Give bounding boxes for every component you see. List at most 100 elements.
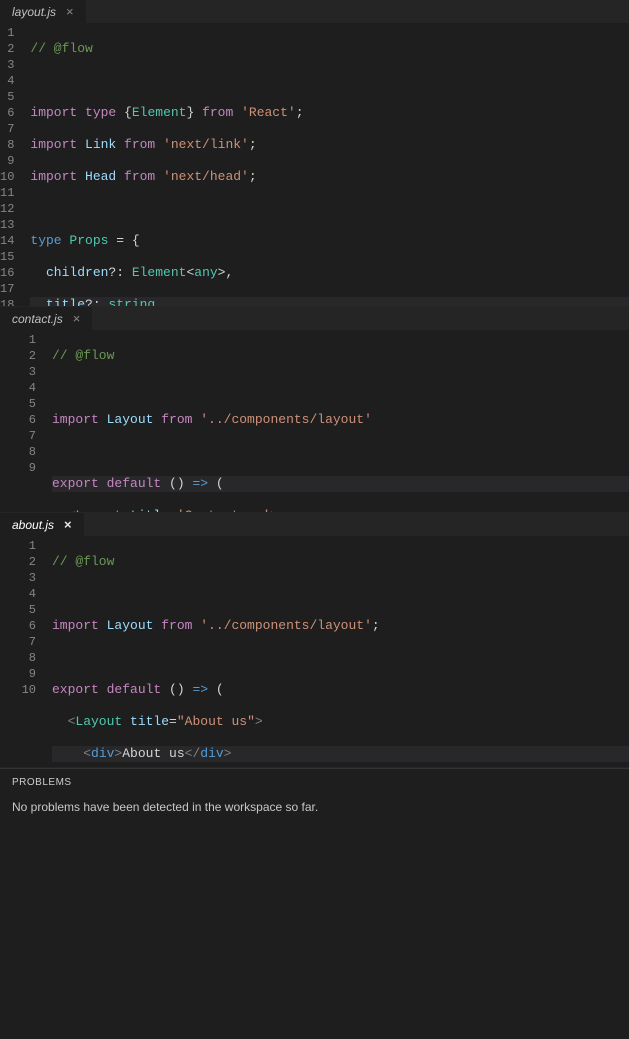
code-token: ?: bbox=[108, 265, 124, 280]
code-token: export bbox=[52, 476, 99, 491]
code-token: < bbox=[52, 746, 91, 761]
code-area[interactable]: // @flow import type {Element} from 'Rea… bbox=[26, 23, 629, 306]
line-number: 7 bbox=[0, 121, 14, 137]
close-icon[interactable]: × bbox=[64, 518, 76, 531]
line-number: 5 bbox=[0, 396, 36, 412]
code-token: // @flow bbox=[52, 348, 114, 363]
line-number: 3 bbox=[0, 57, 14, 73]
editor-pane-layout: layout.js × 1 2 3 4 5 6 7 8 9 10 11 12 1… bbox=[0, 0, 629, 307]
code-token: import bbox=[30, 105, 77, 120]
problems-message: No problems have been detected in the wo… bbox=[0, 792, 629, 822]
code-token: any bbox=[194, 265, 217, 280]
code-token: ( bbox=[208, 682, 224, 697]
code-token: About us bbox=[122, 746, 184, 761]
tab-bar: about.js × bbox=[0, 513, 629, 536]
code-token: import bbox=[30, 137, 77, 152]
code-token: import bbox=[52, 412, 99, 427]
line-number: 2 bbox=[0, 348, 36, 364]
tab-contact-js[interactable]: contact.js × bbox=[0, 307, 92, 330]
code-token: Layout bbox=[75, 508, 122, 512]
code-token: , bbox=[225, 265, 233, 280]
code-token: import bbox=[52, 618, 99, 633]
line-number: 4 bbox=[0, 73, 14, 89]
tab-bar: contact.js × bbox=[0, 307, 629, 330]
line-number: 2 bbox=[0, 41, 14, 57]
line-number: 10 bbox=[0, 169, 14, 185]
code-token: '../components/layout' bbox=[200, 618, 372, 633]
line-number: 6 bbox=[0, 105, 14, 121]
code-token: Link bbox=[77, 137, 124, 152]
code-token: Layout bbox=[75, 714, 122, 729]
code-area[interactable]: // @flow import Layout from '../componen… bbox=[48, 536, 629, 767]
line-number: 9 bbox=[0, 666, 36, 682]
code-token: type bbox=[85, 105, 116, 120]
code-token: > bbox=[270, 508, 278, 512]
code-token: ; bbox=[249, 169, 257, 184]
editor-contact[interactable]: 1 2 3 4 5 6 7 8 9 // @flow import Layout… bbox=[0, 330, 629, 512]
code-token: title bbox=[130, 714, 169, 729]
code-token: 'React' bbox=[241, 105, 296, 120]
code-token: title bbox=[30, 297, 85, 306]
code-token: ; bbox=[372, 618, 380, 633]
line-number: 8 bbox=[0, 137, 14, 153]
code-token: = { bbox=[116, 233, 139, 248]
line-gutter: 1 2 3 4 5 6 7 8 9 bbox=[0, 330, 48, 512]
line-number: 6 bbox=[0, 618, 36, 634]
line-number: 17 bbox=[0, 281, 14, 297]
line-number: 1 bbox=[0, 538, 36, 554]
code-token bbox=[122, 714, 130, 729]
code-token: > bbox=[255, 714, 263, 729]
line-number: 5 bbox=[0, 602, 36, 618]
code-token: 'next/link' bbox=[163, 137, 249, 152]
line-gutter: 1 2 3 4 5 6 7 8 9 10 bbox=[0, 536, 48, 767]
code-token: ; bbox=[249, 137, 257, 152]
code-token: => bbox=[192, 682, 208, 697]
code-token bbox=[122, 508, 130, 512]
code-token: // @flow bbox=[52, 554, 114, 569]
close-icon[interactable]: × bbox=[73, 312, 85, 325]
line-number: 13 bbox=[0, 217, 14, 233]
line-number: 16 bbox=[0, 265, 14, 281]
line-number: 12 bbox=[0, 201, 14, 217]
code-token: = bbox=[169, 714, 177, 729]
editor-layout[interactable]: 1 2 3 4 5 6 7 8 9 10 11 12 13 14 15 16 1… bbox=[0, 23, 629, 306]
code-token: export bbox=[52, 682, 99, 697]
tab-label: about.js bbox=[12, 518, 54, 532]
code-token: < bbox=[52, 508, 75, 512]
code-token: => bbox=[192, 476, 208, 491]
line-number: 7 bbox=[0, 634, 36, 650]
line-number: 2 bbox=[0, 554, 36, 570]
code-token: '../components/layout' bbox=[200, 412, 372, 427]
code-token: </ bbox=[185, 746, 201, 761]
line-number: 4 bbox=[0, 586, 36, 602]
tab-about-js[interactable]: about.js × bbox=[0, 513, 84, 536]
code-token: div bbox=[91, 746, 114, 761]
code-token: children bbox=[30, 265, 108, 280]
problems-title[interactable]: PROBLEMS bbox=[0, 769, 629, 792]
line-number: 11 bbox=[0, 185, 14, 201]
code-area[interactable]: // @flow import Layout from '../componen… bbox=[48, 330, 629, 512]
editor-about[interactable]: 1 2 3 4 5 6 7 8 9 10 // @flow import Lay… bbox=[0, 536, 629, 767]
tab-layout-js[interactable]: layout.js × bbox=[0, 0, 86, 23]
tab-label: contact.js bbox=[12, 312, 63, 326]
tab-label: layout.js bbox=[12, 5, 56, 19]
code-token: Layout bbox=[99, 412, 161, 427]
code-token: // @flow bbox=[30, 41, 92, 56]
code-token: = bbox=[169, 508, 177, 512]
line-number: 14 bbox=[0, 233, 14, 249]
line-number: 8 bbox=[0, 444, 36, 460]
code-token: ( bbox=[208, 476, 224, 491]
code-token: Props bbox=[62, 233, 117, 248]
line-number: 4 bbox=[0, 380, 36, 396]
code-token: () bbox=[169, 682, 192, 697]
line-number: 8 bbox=[0, 650, 36, 666]
code-token: 'next/head' bbox=[163, 169, 249, 184]
code-token: type bbox=[30, 233, 61, 248]
code-token: Head bbox=[77, 169, 124, 184]
code-token: > bbox=[224, 746, 232, 761]
close-icon[interactable]: × bbox=[66, 5, 78, 18]
line-gutter: 1 2 3 4 5 6 7 8 9 10 11 12 13 14 15 16 1… bbox=[0, 23, 26, 306]
line-number: 3 bbox=[0, 364, 36, 380]
code-token: from bbox=[161, 618, 200, 633]
code-token: ; bbox=[296, 105, 304, 120]
